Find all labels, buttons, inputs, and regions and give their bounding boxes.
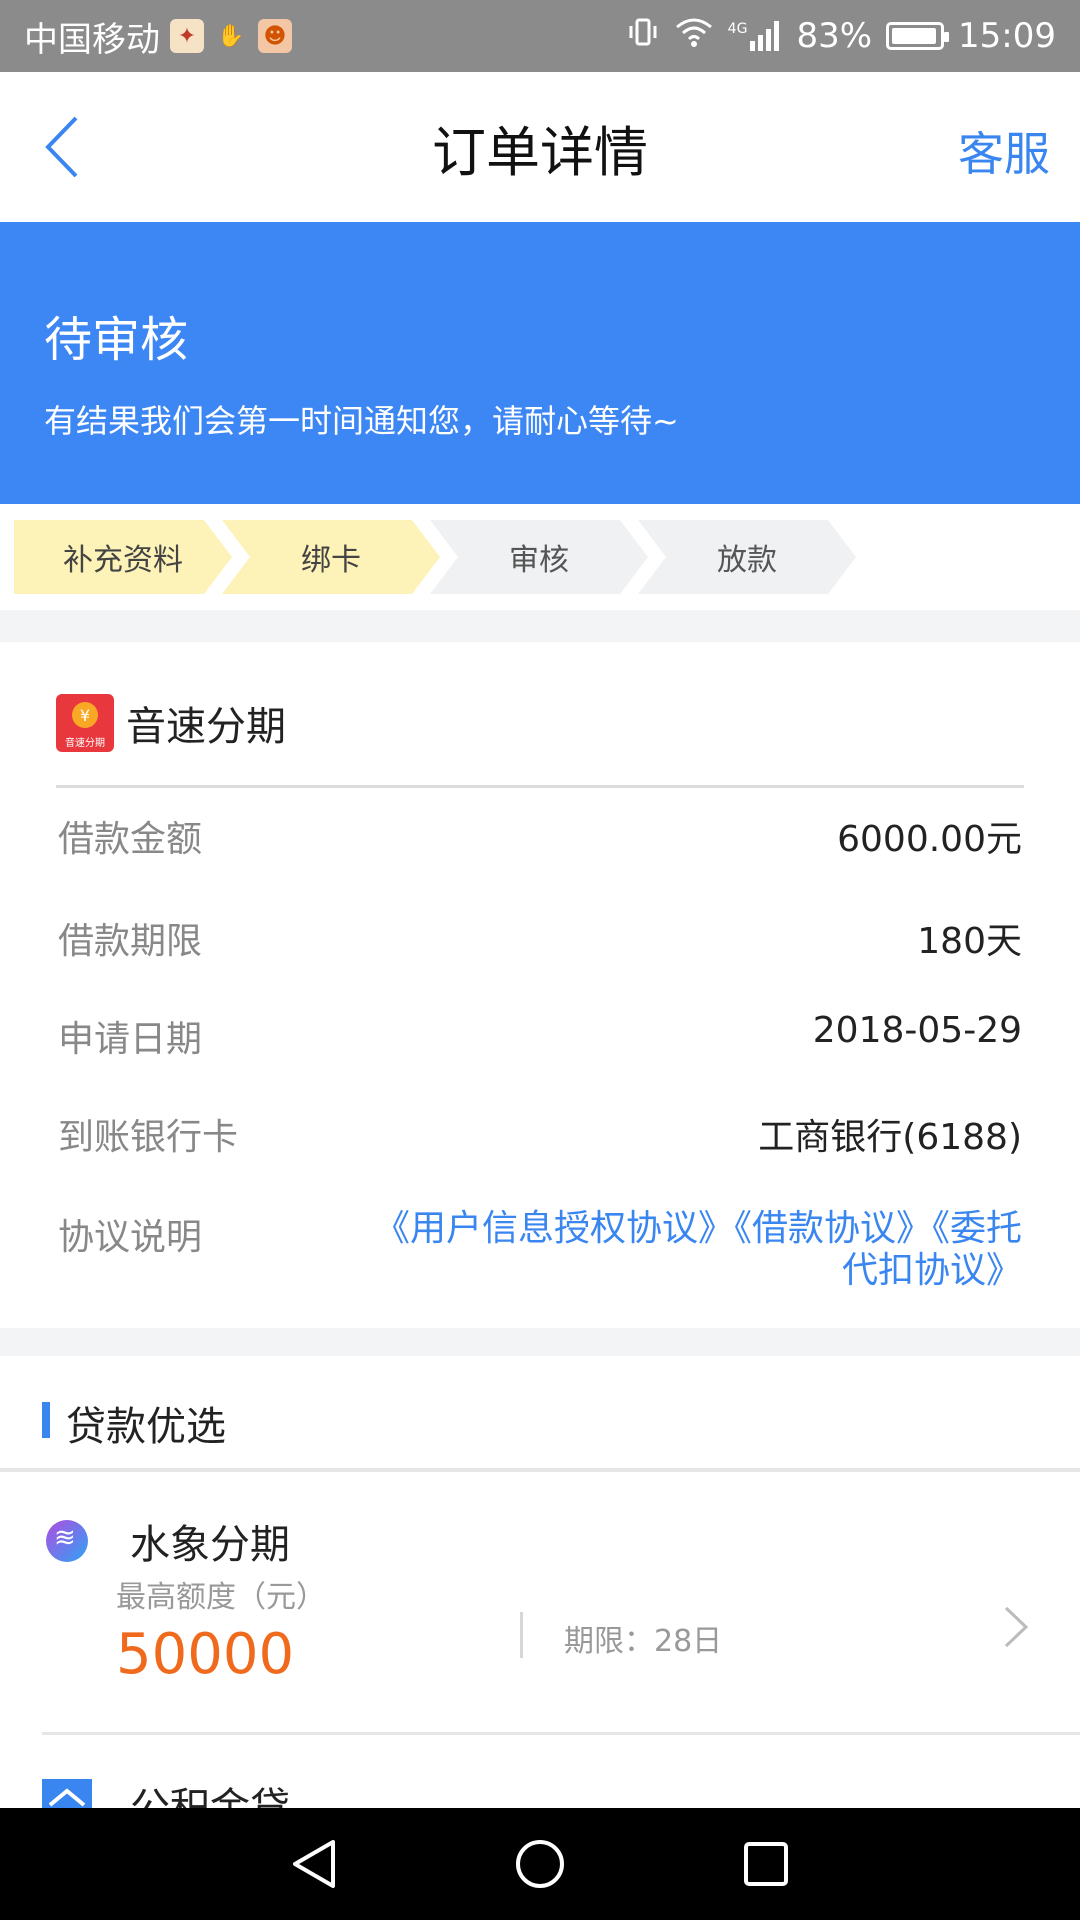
row-label: 借款金额 [58, 819, 203, 860]
game-notification-icon: ☻ [258, 19, 292, 53]
step-supplement: 补充资料 [14, 520, 232, 594]
nav-home-button[interactable] [512, 1836, 568, 1892]
recommend-item[interactable]: 公积金贷 [0, 1735, 1080, 1808]
block-notification-icon: ✋ [217, 23, 245, 49]
status-banner: 待审核 有结果我们会第一时间通知您，请耐心等待~ [0, 222, 1080, 504]
row-value: 2018-05-29 [812, 1010, 1022, 1051]
step-disburse: 放款 [638, 520, 856, 594]
carrier-group: 中国移动 ✦ ✋ ☻ [24, 12, 292, 61]
order-app-header: ¥ 音速分期 音速分期 [56, 694, 286, 752]
carrier-name: 中国移动 [24, 19, 160, 60]
recommend-header: 贷款优选 [0, 1356, 1080, 1468]
wifi-icon [674, 15, 714, 58]
app-name: 音速分期 [126, 704, 286, 750]
nav-bar: 订单详情 客服 [0, 72, 1080, 222]
step-label: 放款 [717, 543, 777, 578]
app-notification-icon: ✦ [170, 19, 204, 53]
divider [56, 785, 1024, 788]
chevron-right-icon [1004, 1606, 1029, 1648]
signal-icon: 4G [728, 21, 783, 51]
coin-icon: ¥ [72, 702, 98, 728]
step-label: 审核 [509, 543, 569, 578]
step-bind-card: 绑卡 [222, 520, 440, 594]
bank-card-row: 到账银行卡 工商银行(6188) [58, 1108, 1022, 1160]
system-nav-bar [0, 1808, 1080, 1920]
vertical-divider [520, 1612, 523, 1658]
row-value: 6000.00元 [837, 819, 1022, 860]
row-value: 180天 [917, 921, 1022, 962]
row-value: 工商银行(6188) [758, 1117, 1022, 1158]
step-label: 补充资料 [63, 543, 183, 578]
row-label: 借款期限 [58, 921, 203, 962]
section-accent-bar [42, 1402, 50, 1438]
row-label: 到账银行卡 [58, 1117, 239, 1158]
agreement-links[interactable]: 《用户信息授权协议》《借款协议》《委托代扣协议》 [342, 1208, 1022, 1292]
agreements-row: 协议说明 《用户信息授权协议》《借款协议》《委托代扣协议》 [58, 1208, 1022, 1292]
circle-home-icon [516, 1840, 564, 1888]
nav-back-button[interactable] [286, 1836, 342, 1892]
network-type: 4G [727, 21, 748, 37]
section-divider [0, 1328, 1080, 1356]
status-bar: 中国移动 ✦ ✋ ☻ 4G 83% 15:09 [0, 0, 1080, 72]
app-logo: ¥ 音速分期 [56, 694, 114, 752]
house-logo-icon [42, 1779, 92, 1808]
term-text: 期限：28日 [564, 1624, 723, 1659]
logo-text: 音速分期 [65, 738, 105, 749]
order-card: ¥ 音速分期 音速分期 借款金额 6000.00元 借款期限 180天 申请日期… [0, 642, 1080, 1328]
progress-steps: 补充资料 绑卡 审核 放款 [14, 520, 856, 594]
customer-service-button[interactable]: 客服 [958, 118, 1050, 184]
battery-percent: 83% [796, 16, 873, 56]
triangle-back-icon [293, 1840, 335, 1888]
row-label: 申请日期 [58, 1019, 203, 1060]
back-button[interactable] [40, 114, 100, 180]
chevron-left-icon [45, 116, 78, 178]
clock: 15:09 [958, 16, 1056, 56]
recommend-title: 贷款优选 [66, 1404, 226, 1450]
order-status: 待审核 [44, 312, 189, 368]
status-icons: 4G 83% 15:09 [626, 15, 1056, 58]
limit-amount: 50000 [116, 1622, 295, 1687]
recommend-item[interactable]: 水象分期 最高额度（元） 50000 期限：28日 [0, 1472, 1080, 1734]
nav-recents-button[interactable] [738, 1836, 794, 1892]
loan-term-row: 借款期限 180天 [58, 912, 1022, 964]
apply-date-row: 申请日期 2018-05-29 [58, 1010, 1022, 1062]
loan-amount-row: 借款金额 6000.00元 [58, 810, 1022, 862]
section-divider [0, 610, 1080, 642]
step-label: 绑卡 [301, 543, 361, 578]
step-review: 审核 [430, 520, 648, 594]
wave-logo-icon [46, 1520, 88, 1562]
product-name: 水象分期 [130, 1522, 290, 1568]
status-description: 有结果我们会第一时间通知您，请耐心等待~ [44, 402, 679, 440]
limit-label: 最高额度（元） [116, 1580, 326, 1615]
page-title: 订单详情 [432, 120, 648, 184]
product-name: 公积金贷 [130, 1785, 290, 1808]
row-label: 协议说明 [58, 1217, 203, 1258]
vibrate-icon [626, 15, 660, 58]
square-recents-icon [744, 1842, 788, 1886]
battery-icon [886, 22, 950, 50]
